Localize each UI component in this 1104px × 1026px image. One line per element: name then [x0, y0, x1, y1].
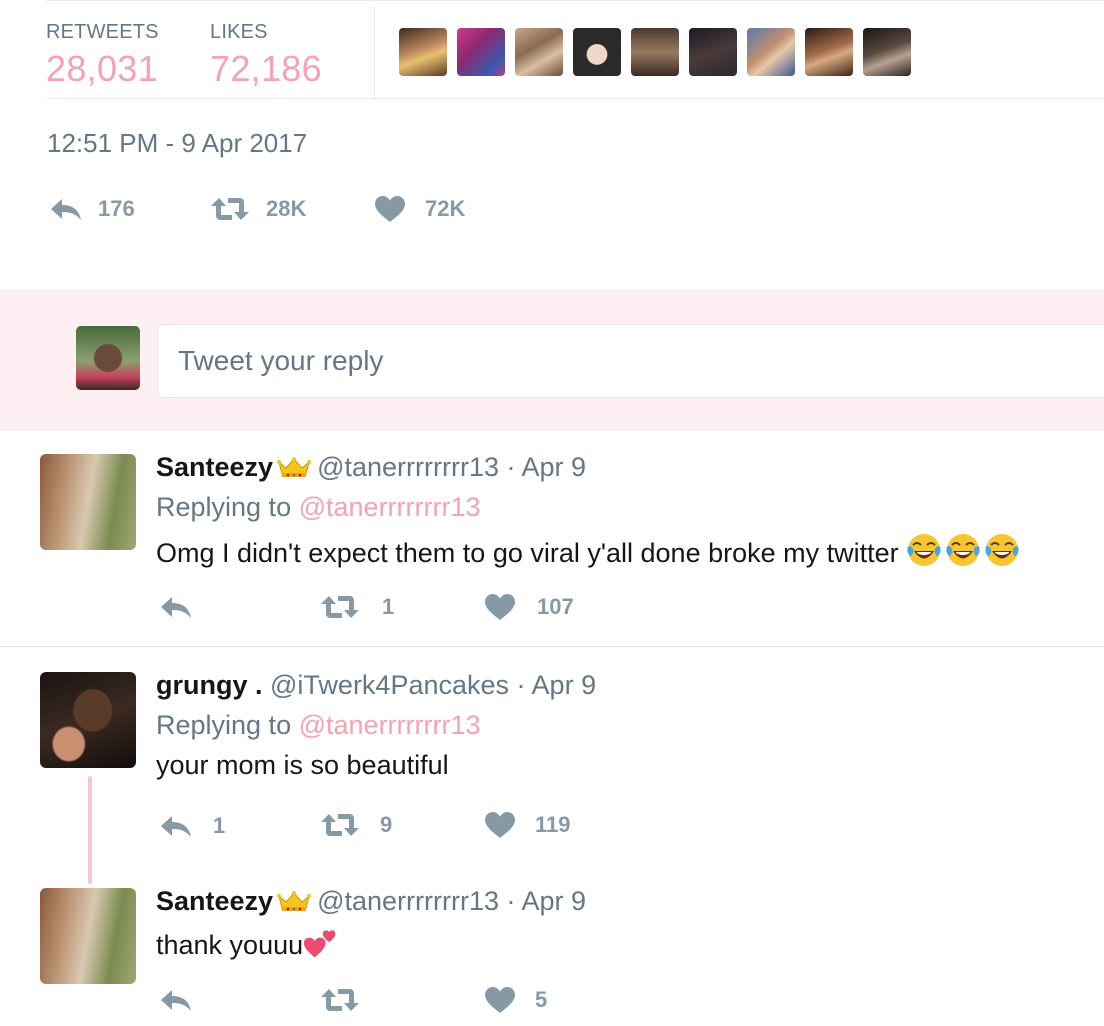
retweet-icon	[320, 812, 360, 838]
author-name[interactable]: grungy .	[156, 670, 263, 700]
tweet-text: your mom is so beautiful	[156, 750, 449, 780]
reply-count: 1	[213, 813, 226, 838]
author-handle[interactable]: @iTwerk4Pancakes	[270, 670, 509, 700]
heart-icon	[484, 986, 516, 1014]
tweet-header: Santeezy @tanerrrrrrrr13 · Apr 9	[156, 452, 586, 483]
author-name[interactable]: Santeezy	[156, 886, 273, 916]
tweet-text: thank youuu	[156, 930, 304, 960]
tweet-body: Omg I didn't expect them to go viral y'a…	[156, 532, 1020, 569]
current-user-avatar[interactable]	[76, 326, 140, 390]
liker-avatar[interactable]	[515, 28, 563, 76]
thread-connector	[88, 776, 92, 884]
reply-action[interactable]: 1	[160, 813, 225, 839]
tweet-body: your mom is so beautiful	[156, 750, 449, 781]
heart-icon	[374, 195, 406, 223]
replying-to-label: Replying to	[156, 492, 292, 522]
likers-avatar-strip	[399, 28, 911, 76]
author-handle[interactable]: @tanerrrrrrrr13	[317, 452, 499, 482]
like-action[interactable]: 5	[484, 986, 547, 1014]
reply-action[interactable]: 176	[50, 196, 135, 222]
retweet-count: 1	[382, 594, 395, 619]
author-name[interactable]: Santeezy	[156, 452, 273, 482]
retweet-action[interactable]: 28K	[210, 196, 306, 222]
reply-input[interactable]: Tweet your reply	[157, 324, 1104, 398]
heart-icon	[484, 811, 516, 839]
replying-to-line: Replying to @tanerrrrrrrr13	[156, 492, 481, 523]
tweet-date[interactable]: · Apr 9	[507, 886, 587, 916]
reply-icon	[160, 988, 192, 1012]
likes-stat[interactable]: LIKES 72,186	[210, 21, 322, 90]
laughing-emoji-icon	[984, 532, 1020, 568]
retweets-label: RETWEETS	[46, 21, 159, 43]
liker-avatar[interactable]	[631, 28, 679, 76]
retweet-action[interactable]: 9	[320, 812, 392, 838]
retweet-count: 9	[380, 812, 393, 837]
liker-avatar[interactable]	[573, 28, 621, 76]
like-count: 107	[537, 594, 574, 619]
like-count: 119	[535, 812, 571, 837]
liker-avatar[interactable]	[399, 28, 447, 76]
reply-icon	[160, 595, 192, 619]
retweet-icon	[320, 594, 360, 620]
tweet-date[interactable]: · Apr 9	[517, 670, 597, 700]
laughing-emoji-icon	[945, 532, 981, 568]
replying-to-line: Replying to @tanerrrrrrrr13	[156, 710, 481, 741]
tweet-divider	[0, 646, 1104, 647]
liker-avatar[interactable]	[747, 28, 795, 76]
like-action[interactable]: 119	[484, 811, 571, 839]
retweet-count: 28K	[266, 196, 307, 221]
like-count: 72K	[425, 196, 466, 221]
reply-count: 176	[98, 196, 135, 221]
like-action[interactable]: 107	[484, 593, 574, 621]
author-avatar[interactable]	[40, 888, 136, 984]
liker-avatar[interactable]	[689, 28, 737, 76]
liker-avatar[interactable]	[863, 28, 911, 76]
liker-avatar[interactable]	[457, 28, 505, 76]
liker-avatar[interactable]	[805, 28, 853, 76]
likes-label: LIKES	[210, 21, 268, 43]
retweet-icon	[210, 196, 250, 222]
crown-emoji-icon	[277, 890, 311, 912]
reply-action[interactable]	[160, 595, 208, 619]
engagement-stats: RETWEETS 28,031 LIKES 72,186	[46, 0, 1104, 100]
reply-composer: Tweet your reply	[0, 290, 1104, 430]
retweets-count: 28,031	[46, 48, 158, 89]
author-avatar[interactable]	[40, 454, 136, 550]
heart-icon	[484, 593, 516, 621]
retweet-icon	[320, 987, 360, 1013]
like-count: 5	[535, 987, 548, 1012]
author-handle[interactable]: @tanerrrrrrrr13	[317, 886, 499, 916]
replying-to-link[interactable]: @tanerrrrrrrr13	[299, 492, 481, 522]
two-hearts-emoji-icon	[303, 926, 339, 960]
tweet-header: grungy . @iTwerk4Pancakes · Apr 9	[156, 670, 596, 701]
reply-action[interactable]	[160, 988, 208, 1012]
tweet-timestamp[interactable]: 12:51 PM - 9 Apr 2017	[47, 128, 307, 159]
reply-icon	[50, 197, 82, 221]
stats-divider	[374, 7, 375, 100]
likes-count: 72,186	[210, 48, 322, 89]
like-action[interactable]: 72K	[374, 195, 465, 223]
tweet-header: Santeezy @tanerrrrrrrr13 · Apr 9	[156, 886, 586, 917]
reply-icon	[160, 814, 192, 838]
retweet-action[interactable]: 1	[320, 594, 394, 620]
replying-to-label: Replying to	[156, 710, 292, 740]
replying-to-link[interactable]: @tanerrrrrrrr13	[299, 710, 481, 740]
author-avatar[interactable]	[40, 672, 136, 768]
retweets-stat[interactable]: RETWEETS 28,031	[46, 21, 159, 90]
tweet-date[interactable]: · Apr 9	[507, 452, 587, 482]
retweet-action[interactable]	[320, 987, 376, 1013]
laughing-emoji-icon	[906, 532, 942, 568]
tweet-body: thank youuu	[156, 926, 339, 961]
tweet-text: Omg I didn't expect them to go viral y'a…	[156, 538, 899, 568]
crown-emoji-icon	[277, 456, 311, 478]
